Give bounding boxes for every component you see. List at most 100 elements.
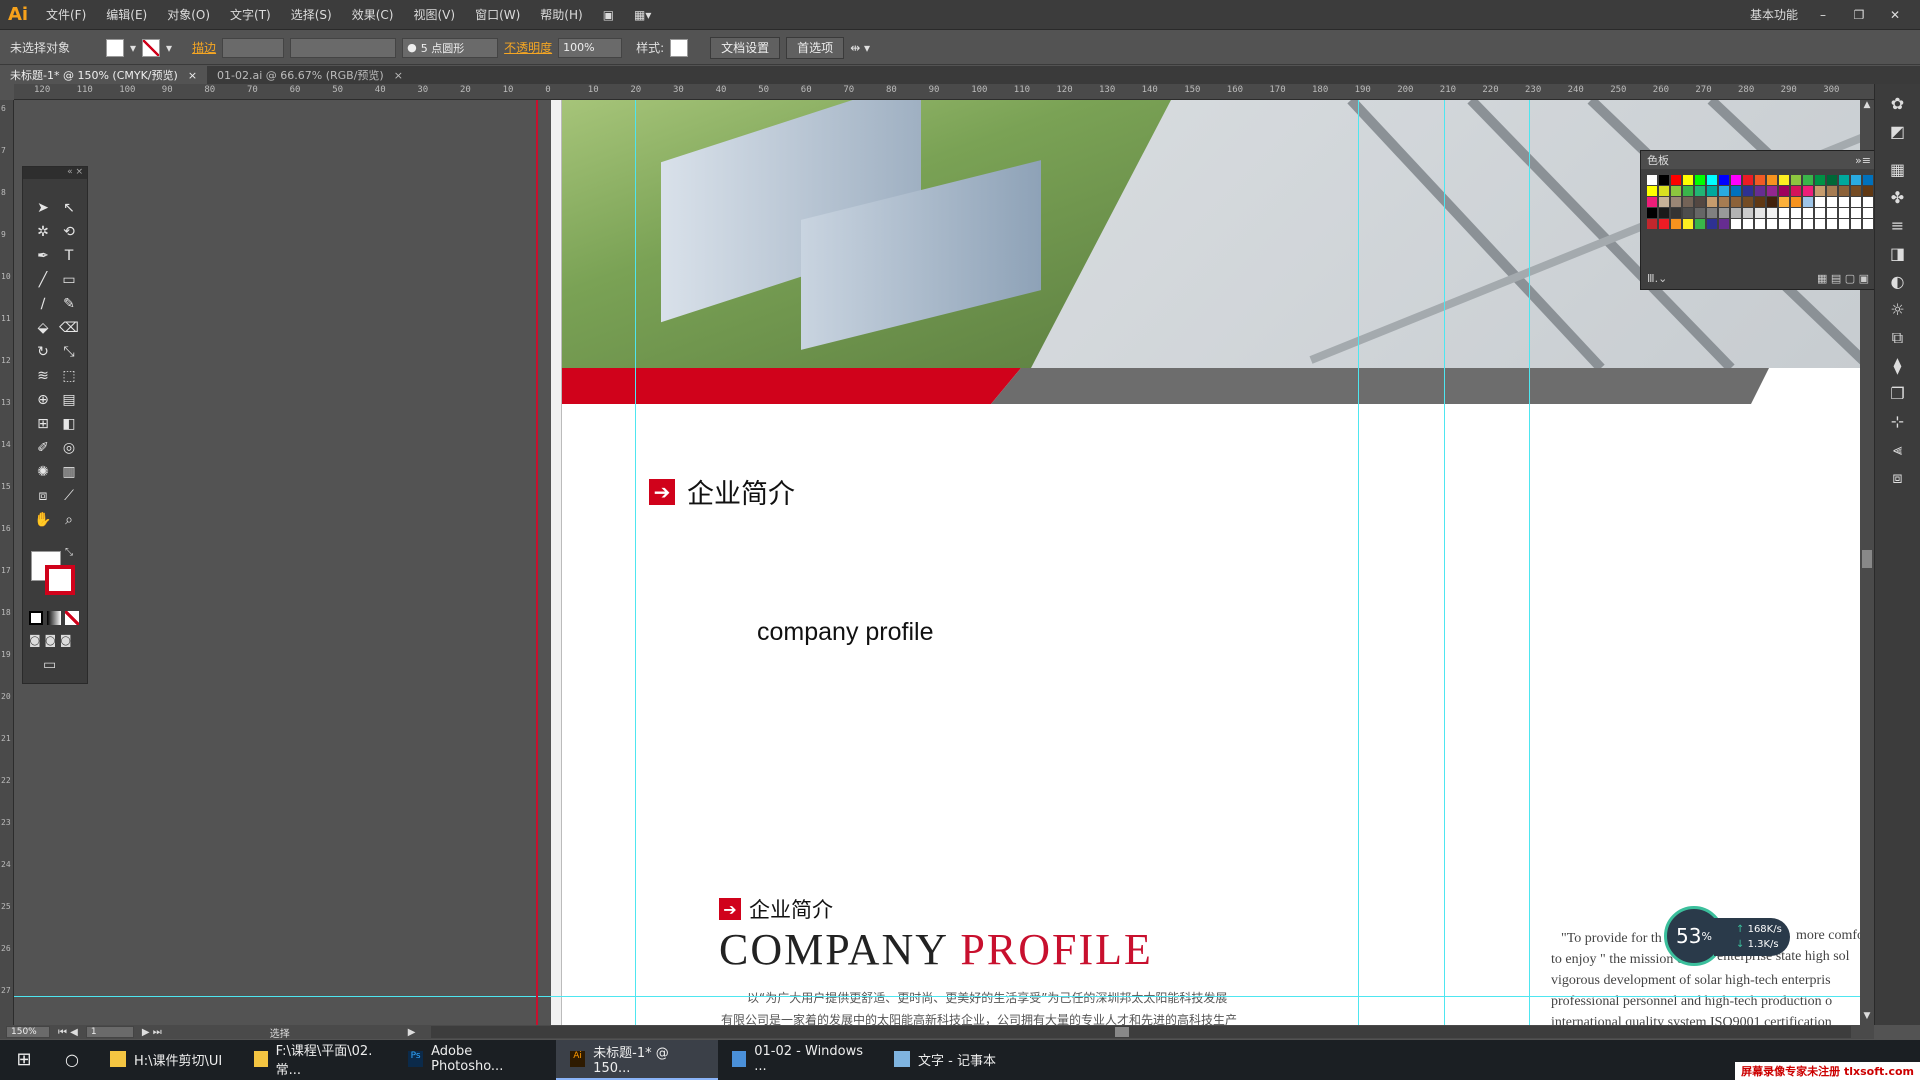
color-swatch[interactable] xyxy=(1683,219,1693,229)
fill-swatch[interactable] xyxy=(106,38,125,57)
opacity-link[interactable]: 不透明度 xyxy=(504,39,552,56)
shape-builder-tool-icon[interactable]: ⊕ xyxy=(31,389,55,411)
taskbar-item-ui-folder[interactable]: H:\课件剪切\UI xyxy=(96,1040,240,1080)
scroll-down-icon[interactable]: ▼ xyxy=(1860,1011,1874,1025)
color-guide-icon[interactable]: ◩ xyxy=(1883,122,1913,146)
guide-vertical[interactable] xyxy=(635,100,636,1025)
color-swatch[interactable] xyxy=(1731,175,1741,185)
color-swatch[interactable] xyxy=(1839,175,1849,185)
color-swatch[interactable] xyxy=(1839,186,1849,196)
color-swatch[interactable] xyxy=(1719,175,1729,185)
fill-dropdown-icon[interactable]: ▾ xyxy=(130,41,136,55)
zoom-dropdown[interactable]: 150% xyxy=(6,1026,50,1038)
color-swatch[interactable] xyxy=(1863,219,1873,229)
color-swatch[interactable] xyxy=(1791,208,1801,218)
color-swatch[interactable] xyxy=(1743,208,1753,218)
color-swatch[interactable] xyxy=(1731,219,1741,229)
brush-dropdown[interactable]: ● 5 点圆形 xyxy=(402,37,499,58)
color-swatch[interactable] xyxy=(1863,208,1873,218)
menu-help[interactable]: 帮助(H) xyxy=(530,6,592,23)
color-swatch[interactable] xyxy=(1647,197,1657,207)
direct-selection-tool-icon[interactable]: ↖ xyxy=(57,197,81,219)
blend-tool-icon[interactable]: ◎ xyxy=(57,437,81,459)
layers-panel-icon[interactable]: ⧫ xyxy=(1883,356,1913,380)
selection-tool-icon[interactable]: ➤ xyxy=(31,197,55,219)
color-swatch[interactable] xyxy=(1827,186,1837,196)
color-swatch[interactable] xyxy=(1803,197,1813,207)
zoom-tool-icon[interactable]: ⌕ xyxy=(57,509,81,531)
appearance-panel-icon[interactable]: ☼ xyxy=(1883,300,1913,324)
scroll-thumb[interactable] xyxy=(1862,550,1872,568)
paintbrush-tool-icon[interactable]: ∕ xyxy=(31,293,55,315)
tab-01-02[interactable]: 01-02.ai @ 66.67% (RGB/预览) × xyxy=(207,66,413,84)
search-icon[interactable]: ○ xyxy=(48,1040,96,1080)
page-field[interactable]: 1 xyxy=(85,1026,134,1038)
mesh-tool-icon[interactable]: ⊞ xyxy=(31,413,55,435)
color-swatch[interactable] xyxy=(1707,197,1717,207)
swatches-panel-icon[interactable]: ▦ xyxy=(1883,160,1913,184)
color-swatch[interactable] xyxy=(1695,175,1705,185)
bridge-icon[interactable]: ▣ xyxy=(593,8,624,22)
swap-colors-icon[interactable]: ⤡ xyxy=(65,547,73,558)
gray-accent-bar[interactable] xyxy=(991,368,1769,404)
transparency-panel-icon[interactable]: ◐ xyxy=(1883,272,1913,296)
color-swatch[interactable] xyxy=(1767,186,1777,196)
guide-vertical[interactable] xyxy=(1529,100,1530,1025)
color-swatch[interactable] xyxy=(1839,208,1849,218)
color-swatch[interactable] xyxy=(1695,208,1705,218)
scroll-up-icon[interactable]: ▲ xyxy=(1860,100,1874,114)
swatch-library-icon[interactable]: Ⅲ.⌄ xyxy=(1647,272,1667,285)
color-swatch[interactable] xyxy=(1695,219,1705,229)
color-swatch[interactable] xyxy=(1743,186,1753,196)
color-swatch[interactable] xyxy=(1827,175,1837,185)
close-icon[interactable]: ✕ xyxy=(1884,8,1906,22)
subheading-en[interactable]: company profile xyxy=(757,618,933,647)
color-swatch[interactable] xyxy=(1803,175,1813,185)
menu-type[interactable]: 文字(T) xyxy=(220,6,281,23)
preview-title[interactable]: COMPANY PROFILE xyxy=(719,924,1153,975)
first-page-icon[interactable]: ⏮ ◀ xyxy=(58,1027,78,1038)
brushes-panel-icon[interactable]: ✤ xyxy=(1883,188,1913,212)
tab-untitled-1[interactable]: 未标题-1* @ 150% (CMYK/预览) × xyxy=(0,66,208,84)
color-swatch[interactable] xyxy=(1671,219,1681,229)
color-mode-icon[interactable] xyxy=(29,611,43,625)
arrange-documents-icon[interactable]: ▦▾ xyxy=(624,8,661,22)
gradient-panel-icon[interactable]: ◨ xyxy=(1883,244,1913,268)
color-swatch[interactable] xyxy=(1779,175,1789,185)
preview-heading[interactable]: ➔ 企业简介 xyxy=(719,894,833,924)
color-swatch[interactable] xyxy=(1707,219,1717,229)
horizontal-scrollbar[interactable] xyxy=(431,1026,1852,1038)
document-setup-button[interactable]: 文档设置 xyxy=(710,36,781,59)
stroke-color-box[interactable] xyxy=(45,565,75,595)
color-swatch[interactable] xyxy=(1719,208,1729,218)
artboards-panel-icon[interactable]: ❐ xyxy=(1883,384,1913,408)
color-swatch[interactable] xyxy=(1659,219,1669,229)
stroke-panel-icon[interactable]: ≡ xyxy=(1883,216,1913,240)
swatches-panel-header[interactable]: 色板 »≡ xyxy=(1641,151,1877,169)
gradient-mode-icon[interactable] xyxy=(47,611,61,625)
color-swatch[interactable] xyxy=(1707,208,1717,218)
color-swatch[interactable] xyxy=(1683,197,1693,207)
color-swatch[interactable] xyxy=(1659,208,1669,218)
color-swatch[interactable] xyxy=(1743,219,1753,229)
rotate-tool-icon[interactable]: ↻ xyxy=(31,341,55,363)
menu-file[interactable]: 文件(F) xyxy=(36,6,96,23)
color-swatch[interactable] xyxy=(1779,186,1789,196)
color-swatch[interactable] xyxy=(1755,219,1765,229)
artboard-tool-icon[interactable]: ⧈ xyxy=(31,485,55,507)
color-swatch[interactable] xyxy=(1803,186,1813,196)
color-swatch[interactable] xyxy=(1767,219,1777,229)
network-speed-widget[interactable]: 53% ↑ 168K/s ↓ 1.3K/s xyxy=(1664,906,1790,966)
color-swatch[interactable] xyxy=(1767,197,1777,207)
color-swatch[interactable] xyxy=(1851,219,1861,229)
hand-tool-icon[interactable]: ✋ xyxy=(31,509,55,531)
color-swatch[interactable] xyxy=(1851,175,1861,185)
color-swatch[interactable] xyxy=(1719,197,1729,207)
color-swatch[interactable] xyxy=(1671,197,1681,207)
new-swatch-icon[interactable]: ▦ ▤ ▢ ▣ xyxy=(1817,272,1869,285)
taskbar-item-course-folder[interactable]: F:\课程\平面\02.常... xyxy=(240,1040,394,1080)
color-swatch[interactable] xyxy=(1815,186,1825,196)
eraser-tool-icon[interactable]: ⌫ xyxy=(57,317,81,339)
color-swatch[interactable] xyxy=(1743,175,1753,185)
taskbar-item-illustrator[interactable]: Ai 未标题-1* @ 150... xyxy=(556,1040,718,1080)
